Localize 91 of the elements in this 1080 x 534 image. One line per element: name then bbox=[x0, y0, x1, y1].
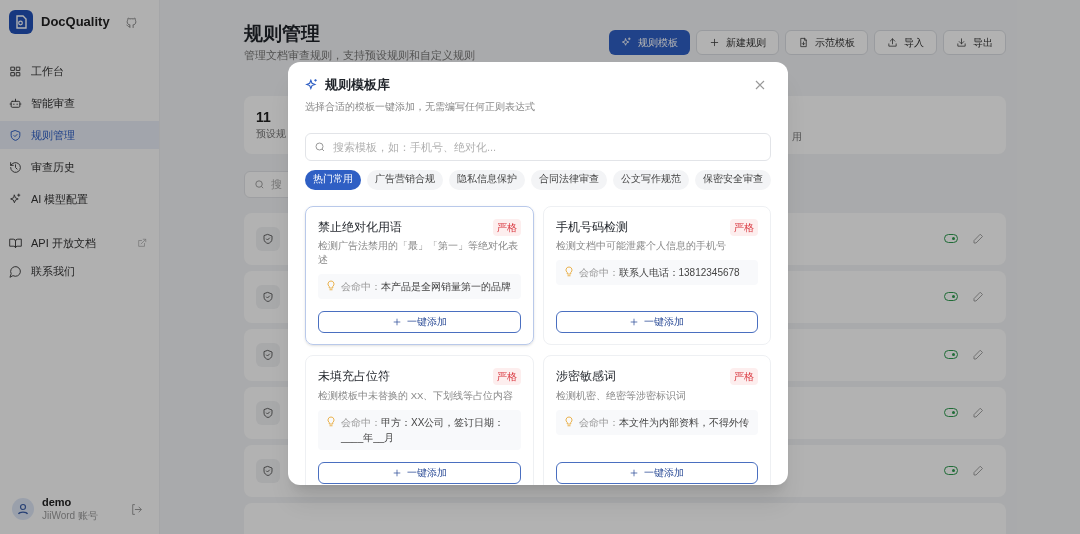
upload-icon bbox=[887, 37, 898, 48]
template-description: 检测模板中未替换的 XX、下划线等占位内容 bbox=[318, 388, 515, 403]
severity-badge: 严格 bbox=[730, 368, 758, 386]
plus-icon bbox=[391, 467, 402, 478]
close-icon[interactable] bbox=[755, 79, 765, 90]
template-description: 检测机密、绝密等涉密标识词 bbox=[555, 388, 687, 403]
plus-icon bbox=[629, 467, 640, 478]
history-icon bbox=[9, 160, 22, 174]
template-card[interactable]: 手机号码检测 严格 检测文档中可能泄露个人信息的手机号 会命中：联系人电话：13812345678 一键添加 bbox=[542, 205, 771, 346]
template-card[interactable]: 禁止绝对化用语 严格 检测广告法禁用的「最」「第一」等绝对化表述 会命中：本产品是全网销量第一的品牌 一键添加 bbox=[305, 205, 534, 346]
download-icon bbox=[956, 37, 967, 48]
shield-icon bbox=[262, 464, 274, 477]
example-text: 会命中：甲方：XX公司，签订日期：____年__月 bbox=[341, 415, 506, 445]
search-icon bbox=[254, 178, 265, 190]
severity-badge: 严格 bbox=[492, 218, 521, 236]
github-icon[interactable] bbox=[125, 15, 138, 29]
template-search-field[interactable]: 搜索模板，如：手机号、绝对化... bbox=[305, 132, 771, 161]
stat-label: 预设规 bbox=[256, 128, 286, 141]
brand-name: DocQuality bbox=[41, 13, 111, 32]
add-button[interactable]: 一键添加 bbox=[555, 311, 758, 334]
template-card[interactable]: 未填充占位符 严格 检测模板中未替换的 XX、下划线等占位内容 会命中：甲方：XX公司，签订日期：____年__月 一键添加 bbox=[305, 355, 534, 485]
shield-icon bbox=[9, 128, 22, 142]
severity-badge: 严格 bbox=[492, 368, 521, 386]
toolbar-button[interactable]: 示范模板 bbox=[785, 30, 868, 55]
stat-label: 用 bbox=[792, 129, 802, 144]
category-chip[interactable]: 热门常用 bbox=[305, 169, 361, 190]
lightbulb-icon bbox=[326, 415, 336, 427]
search-icon bbox=[314, 140, 326, 153]
shield-icon bbox=[262, 232, 274, 245]
logo-icon bbox=[9, 10, 33, 34]
add-button[interactable]: 一键添加 bbox=[318, 461, 521, 484]
toolbar-button[interactable]: 导入 bbox=[874, 30, 937, 55]
plus-icon bbox=[629, 317, 640, 328]
nav-item[interactable]: 规则管理 bbox=[0, 121, 159, 149]
pencil-icon[interactable] bbox=[972, 290, 984, 303]
logout-icon[interactable] bbox=[130, 502, 143, 516]
shield-icon bbox=[262, 290, 274, 303]
category-chip[interactable]: 公文写作规范 bbox=[613, 169, 689, 190]
book-icon bbox=[9, 236, 22, 250]
severity-badge: 严格 bbox=[730, 218, 758, 236]
toolbar-button[interactable]: 导出 bbox=[943, 30, 1006, 55]
pencil-icon[interactable] bbox=[972, 406, 984, 419]
template-description: 检测文档中可能泄露个人信息的手机号 bbox=[555, 238, 727, 253]
modal-subtitle: 选择合适的模板一键添加，无需编写任何正则表达式 bbox=[305, 99, 536, 114]
example-text: 会命中：本文件为内部资料，不得外传 bbox=[578, 415, 750, 430]
category-chip[interactable]: 隐私信息保护 bbox=[449, 169, 525, 190]
pencil-icon[interactable] bbox=[972, 464, 984, 477]
file-icon bbox=[798, 37, 809, 48]
template-title: 未填充占位符 bbox=[318, 369, 390, 385]
lightbulb-icon bbox=[326, 280, 336, 292]
page-subtitle: 管理文档审查规则，支持预设规则和自定义规则 bbox=[244, 48, 475, 63]
lightbulb-icon bbox=[563, 266, 574, 277]
category-chip[interactable]: 广告营销合规 bbox=[367, 169, 443, 190]
template-card[interactable]: 涉密敏感词 严格 检测机密、绝密等涉密标识词 会命中：本文件为内部资料，不得外传 一键添加 bbox=[542, 355, 771, 485]
plus-icon bbox=[391, 317, 402, 328]
template-title: 手机号码检测 bbox=[555, 219, 628, 235]
pencil-icon[interactable] bbox=[972, 348, 984, 361]
template-description: 检测广告法禁用的「最」「第一」等绝对化表述 bbox=[318, 238, 519, 267]
shield-icon bbox=[262, 348, 274, 361]
template-title: 涉密敏感词 bbox=[555, 369, 616, 385]
toolbar-button[interactable]: 新建规则 bbox=[696, 30, 779, 55]
add-button[interactable]: 一键添加 bbox=[318, 311, 521, 334]
robot-icon bbox=[9, 96, 22, 110]
template-title: 禁止绝对化用语 bbox=[318, 219, 402, 235]
nav-item[interactable]: AI 模型配置 bbox=[0, 185, 159, 213]
category-chip[interactable]: 合同法律审查 bbox=[531, 169, 607, 190]
nav-item[interactable]: 联系我们 bbox=[0, 257, 159, 285]
plus-icon bbox=[709, 37, 720, 48]
modal-title: 规则模板库 bbox=[325, 76, 391, 94]
example-text: 会命中：联系人电话：13812345678 bbox=[578, 266, 741, 280]
avatar-icon bbox=[12, 498, 34, 520]
sparkle-icon bbox=[305, 77, 319, 92]
nav-item[interactable]: 智能审查 bbox=[0, 89, 159, 117]
user-name: demo bbox=[42, 495, 73, 510]
sparkle-icon bbox=[9, 192, 22, 206]
sparkle-icon bbox=[621, 37, 632, 48]
shield-icon bbox=[262, 406, 274, 419]
nav-item[interactable]: API 开放文档 bbox=[0, 229, 159, 257]
nav-item[interactable]: 工作台 bbox=[0, 57, 159, 85]
stat-value: 11 bbox=[256, 108, 272, 126]
toolbar-button[interactable]: 规则模板 bbox=[609, 30, 690, 55]
account-label: JiiWord 账号 bbox=[42, 509, 99, 523]
page-title: 规则管理 bbox=[244, 22, 321, 46]
lightbulb-icon bbox=[563, 415, 574, 427]
nav-item[interactable]: 审查历史 bbox=[0, 153, 159, 181]
pencil-icon[interactable] bbox=[972, 232, 984, 245]
example-text: 会命中：本产品是全网销量第一的品牌 bbox=[341, 280, 512, 295]
add-button[interactable]: 一键添加 bbox=[555, 461, 758, 484]
chat-icon bbox=[9, 264, 22, 278]
grid-icon bbox=[9, 64, 22, 78]
category-chip[interactable]: 保密安全审查 bbox=[695, 169, 771, 190]
